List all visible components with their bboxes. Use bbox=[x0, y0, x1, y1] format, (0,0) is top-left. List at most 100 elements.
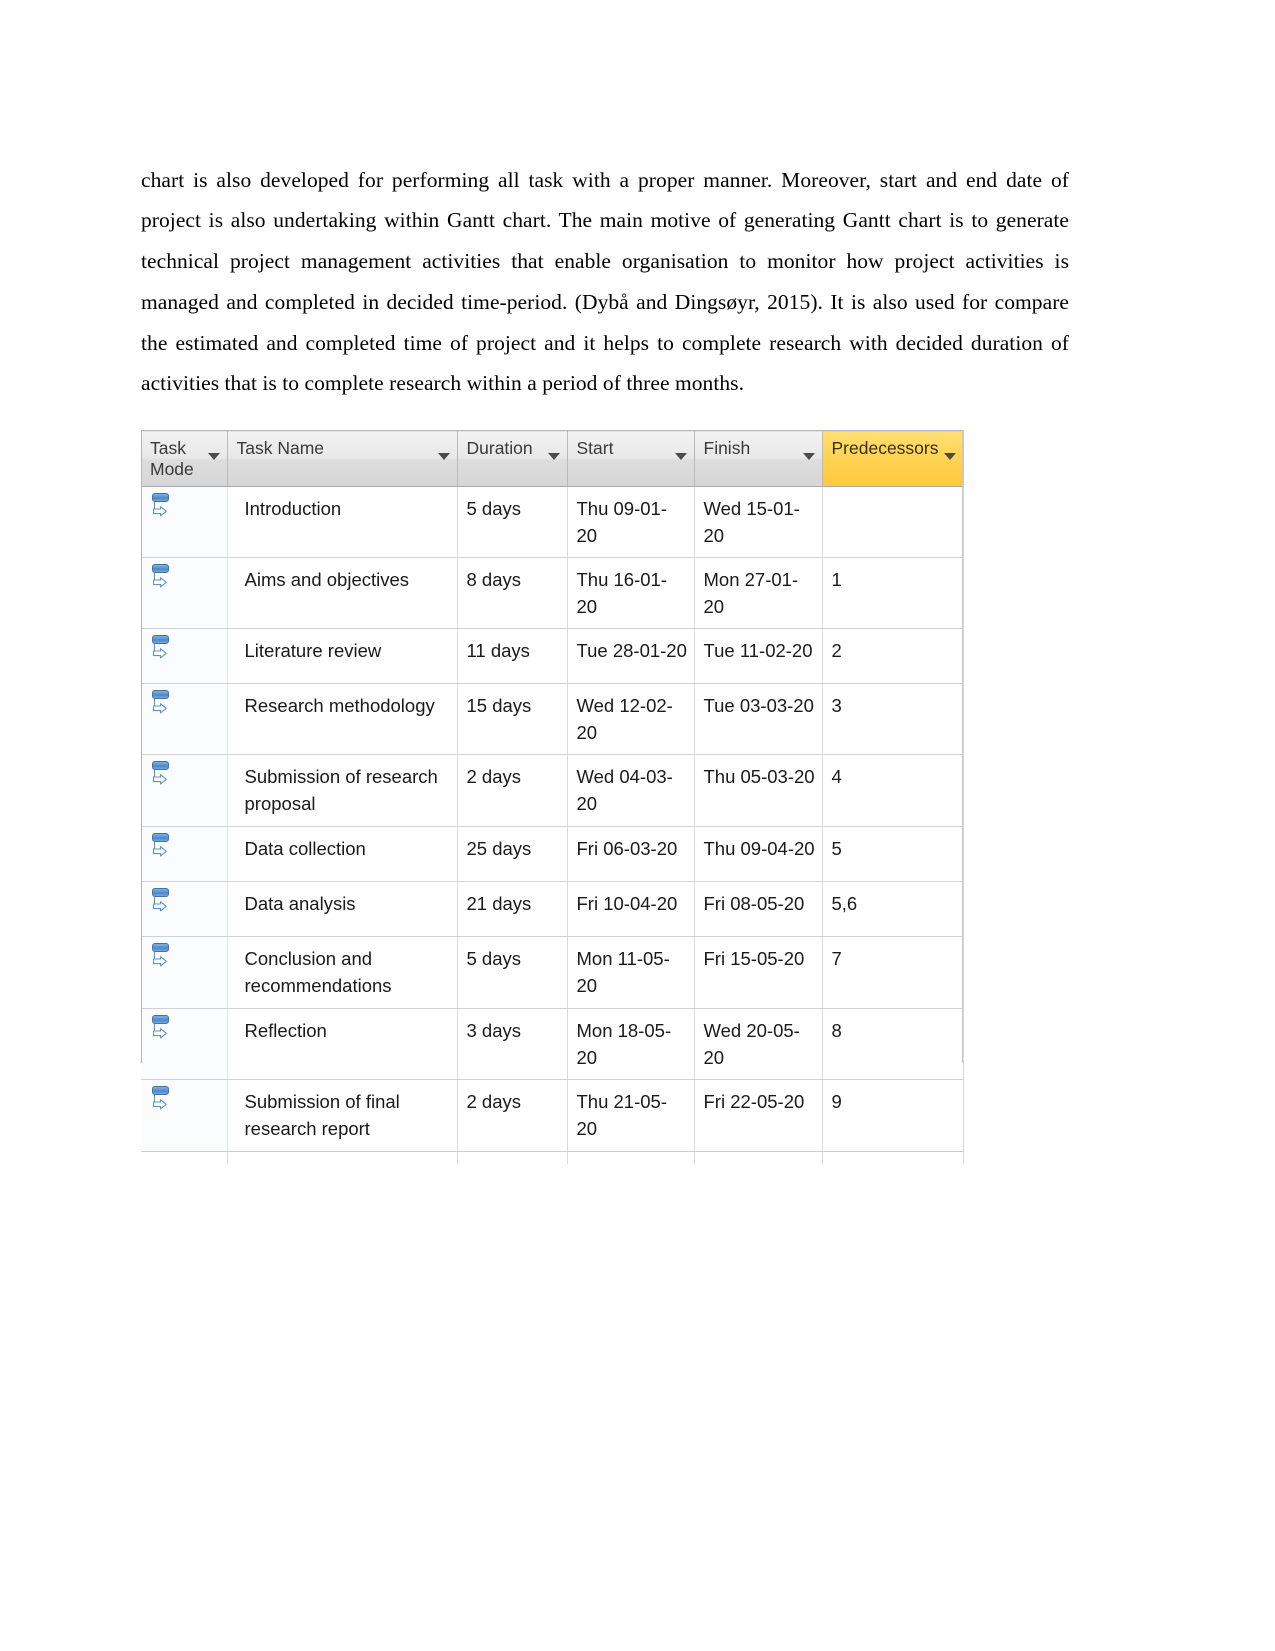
table-body: Introduction 5 days Thu 09-01-20 Wed 15-01-… bbox=[141, 486, 964, 1164]
cell-task-mode[interactable] bbox=[141, 628, 228, 684]
column-header-task-name[interactable]: Task Name bbox=[227, 430, 458, 487]
cell-finish[interactable]: Wed 20-05-20 bbox=[694, 1008, 823, 1080]
filter-dropdown-icon[interactable] bbox=[547, 453, 560, 460]
column-header-start[interactable]: Start bbox=[567, 430, 695, 487]
auto-schedule-icon bbox=[151, 833, 173, 859]
cell-task-name[interactable]: Introduction bbox=[227, 486, 458, 558]
cell-duration[interactable]: 5 days bbox=[457, 486, 568, 558]
column-header-task-mode[interactable]: Task Mode bbox=[141, 430, 228, 487]
cell-predecessors[interactable]: 3 bbox=[822, 683, 964, 755]
cell-start[interactable]: Fri 06-03-20 bbox=[567, 826, 695, 882]
cell-finish[interactable]: Mon 27-01-20 bbox=[694, 557, 823, 629]
auto-schedule-icon bbox=[151, 761, 173, 787]
column-header-predecessors[interactable]: Predecessors bbox=[822, 430, 964, 487]
cell-finish[interactable]: Fri 15-05-20 bbox=[694, 936, 823, 1009]
cell-duration[interactable]: 21 days bbox=[457, 881, 568, 937]
cell-finish[interactable]: Fri 22-05-20 bbox=[694, 1079, 823, 1152]
cell-start[interactable]: Thu 09-01-20 bbox=[567, 486, 695, 558]
cell-start[interactable]: Mon 18-05-20 bbox=[567, 1008, 695, 1080]
column-header-duration[interactable]: Duration bbox=[457, 430, 568, 487]
cell-duration[interactable]: 15 days bbox=[457, 683, 568, 755]
cell-predecessors[interactable]: 4 bbox=[822, 754, 964, 827]
filter-dropdown-icon[interactable] bbox=[437, 453, 450, 460]
table-row[interactable]: Data analysis 21 days Fri 10-04-20 Fri 08-0… bbox=[141, 881, 964, 937]
cell-empty[interactable] bbox=[567, 1151, 695, 1164]
cell-task-name[interactable]: Literature review bbox=[227, 628, 458, 684]
cell-task-mode[interactable] bbox=[141, 936, 228, 1009]
filter-dropdown-icon[interactable] bbox=[674, 453, 687, 460]
cell-task-name[interactable]: Submission of research proposal bbox=[227, 754, 458, 827]
cell-start[interactable]: Tue 28-01-20 bbox=[567, 628, 695, 684]
cell-task-mode[interactable] bbox=[141, 486, 228, 558]
column-header-label: Finish bbox=[703, 438, 751, 458]
cell-task-name[interactable]: Reflection bbox=[227, 1008, 458, 1080]
table-row[interactable]: Submission of research proposal 2 days Wed… bbox=[141, 754, 964, 827]
filter-dropdown-icon[interactable] bbox=[802, 453, 815, 460]
filter-dropdown-icon[interactable] bbox=[207, 453, 220, 460]
auto-schedule-icon bbox=[151, 888, 173, 914]
table-row-empty[interactable] bbox=[141, 1151, 964, 1164]
cell-task-name[interactable]: Conclusion and recommendations bbox=[227, 936, 458, 1009]
cell-finish[interactable]: Fri 08-05-20 bbox=[694, 881, 823, 937]
cell-empty[interactable] bbox=[694, 1151, 823, 1164]
table-row[interactable]: Conclusion and recommendations 5 days Mon … bbox=[141, 936, 964, 1009]
cell-start[interactable]: Thu 16-01-20 bbox=[567, 557, 695, 629]
filter-dropdown-icon[interactable] bbox=[943, 453, 956, 460]
cell-start[interactable]: Fri 10-04-20 bbox=[567, 881, 695, 937]
cell-empty[interactable] bbox=[457, 1151, 568, 1164]
cell-start[interactable]: Mon 11-05-20 bbox=[567, 936, 695, 1009]
cell-start[interactable]: Wed 04-03-20 bbox=[567, 754, 695, 827]
cell-duration[interactable]: 25 days bbox=[457, 826, 568, 882]
cell-task-name[interactable]: Submission of final research report bbox=[227, 1079, 458, 1152]
cell-finish[interactable]: Thu 05-03-20 bbox=[694, 754, 823, 827]
cell-predecessors[interactable]: 8 bbox=[822, 1008, 964, 1080]
cell-predecessors[interactable]: 7 bbox=[822, 936, 964, 1009]
cell-task-name[interactable]: Data analysis bbox=[227, 881, 458, 937]
table-row[interactable]: Aims and objectives 8 days Thu 16-01-20 Mon… bbox=[141, 557, 964, 629]
cell-duration[interactable]: 2 days bbox=[457, 1079, 568, 1152]
cell-duration[interactable]: 3 days bbox=[457, 1008, 568, 1080]
cell-task-mode[interactable] bbox=[141, 1008, 228, 1080]
column-header-label: Predecessors bbox=[831, 438, 939, 458]
cell-empty[interactable] bbox=[141, 1151, 228, 1164]
table-row[interactable]: Data collection 25 days Fri 06-03-20 Thu 09… bbox=[141, 826, 964, 882]
auto-schedule-icon bbox=[151, 564, 173, 590]
cell-finish[interactable]: Thu 09-04-20 bbox=[694, 826, 823, 882]
cell-duration[interactable]: 5 days bbox=[457, 936, 568, 1009]
table-row[interactable]: Submission of final research report 2 day… bbox=[141, 1079, 964, 1152]
cell-predecessors[interactable]: 2 bbox=[822, 628, 964, 684]
cell-task-name[interactable]: Data collection bbox=[227, 826, 458, 882]
cell-finish[interactable]: Tue 03-03-20 bbox=[694, 683, 823, 755]
document-page: chart is also developed for performing a… bbox=[0, 0, 1275, 1651]
column-header-finish[interactable]: Finish bbox=[694, 430, 823, 487]
cell-finish[interactable]: Wed 15-01-20 bbox=[694, 486, 823, 558]
column-header-label: Task Name bbox=[236, 438, 325, 458]
cell-task-mode[interactable] bbox=[141, 557, 228, 629]
cell-finish[interactable]: Tue 11-02-20 bbox=[694, 628, 823, 684]
cell-task-mode[interactable] bbox=[141, 754, 228, 827]
cell-duration[interactable]: 2 days bbox=[457, 754, 568, 827]
table-row[interactable]: Introduction 5 days Thu 09-01-20 Wed 15-01-… bbox=[141, 486, 964, 558]
cell-predecessors[interactable]: 5 bbox=[822, 826, 964, 882]
cell-task-mode[interactable] bbox=[141, 1079, 228, 1152]
cell-task-name[interactable]: Aims and objectives bbox=[227, 557, 458, 629]
cell-duration[interactable]: 11 days bbox=[457, 628, 568, 684]
table-row[interactable]: Research methodology 15 days Wed 12-02-20 T… bbox=[141, 683, 964, 755]
cell-empty[interactable] bbox=[227, 1151, 458, 1164]
cell-predecessors[interactable]: 1 bbox=[822, 557, 964, 629]
cell-task-mode[interactable] bbox=[141, 683, 228, 755]
cell-task-mode[interactable] bbox=[141, 881, 228, 937]
auto-schedule-icon bbox=[151, 690, 173, 716]
table-row[interactable]: Reflection 3 days Mon 18-05-20 Wed 20-05-20… bbox=[141, 1008, 964, 1080]
cell-empty[interactable] bbox=[822, 1151, 964, 1164]
table-row[interactable]: Literature review 11 days Tue 28-01-20 Tue … bbox=[141, 628, 964, 684]
cell-task-name[interactable]: Research methodology bbox=[227, 683, 458, 755]
cell-task-mode[interactable] bbox=[141, 826, 228, 882]
cell-predecessors[interactable]: 9 bbox=[822, 1079, 964, 1152]
auto-schedule-icon bbox=[151, 635, 173, 661]
cell-duration[interactable]: 8 days bbox=[457, 557, 568, 629]
cell-predecessors[interactable] bbox=[822, 486, 964, 558]
cell-start[interactable]: Thu 21-05-20 bbox=[567, 1079, 695, 1152]
cell-predecessors[interactable]: 5,6 bbox=[822, 881, 964, 937]
cell-start[interactable]: Wed 12-02-20 bbox=[567, 683, 695, 755]
